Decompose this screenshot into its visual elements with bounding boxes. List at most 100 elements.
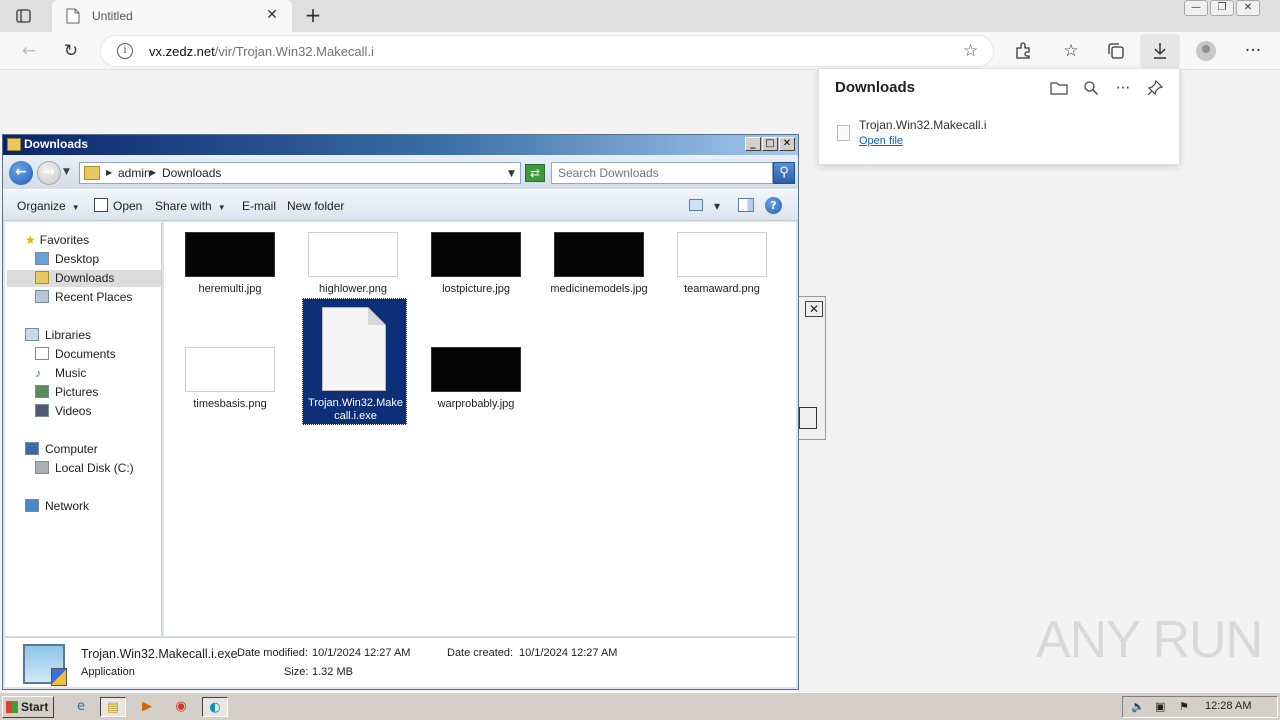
nav-libraries[interactable]: Libraries (25, 327, 91, 344)
site-info-icon[interactable]: i (117, 43, 133, 59)
dialog-button[interactable] (799, 407, 817, 429)
open-icon (94, 198, 108, 212)
file-item[interactable]: warprobably.jpg (424, 347, 528, 410)
restore-button[interactable]: ❐ (1210, 0, 1234, 16)
file-item[interactable]: medicinemodels.jpg (547, 232, 651, 295)
pictures-icon (35, 385, 49, 398)
more-options-icon[interactable]: ··· (1238, 36, 1268, 66)
download-item-name[interactable]: Trojan.Win32.Makecall.i (859, 118, 987, 132)
file-item[interactable]: heremulti.jpg (178, 232, 282, 295)
edge-icon[interactable]: ◐ (202, 697, 228, 717)
nav-favorites-label: Favorites (39, 233, 90, 247)
nav-network[interactable]: Network (25, 498, 89, 515)
background-dialog: ✕ (798, 296, 826, 440)
star-icon: ★ (25, 233, 36, 247)
breadcrumb-admin[interactable]: admin (118, 166, 151, 180)
new-folder-button[interactable]: New folder (287, 199, 344, 213)
flag-icon[interactable]: ⚑ (1179, 700, 1189, 713)
search-icon[interactable]: ⚲ (773, 162, 795, 184)
address-dropdown-icon[interactable]: ▼ (508, 169, 515, 179)
nav-music[interactable]: ♪ Music (35, 365, 86, 382)
favorites-icon[interactable]: ☆ (1056, 36, 1086, 66)
downloads-flyout: Downloads ··· Trojan.Win32.Makecall.i Op… (818, 68, 1180, 165)
add-favorite-icon[interactable]: ☆ (963, 41, 978, 61)
forward-button[interactable]: → (37, 161, 61, 185)
explorer-title-bar[interactable]: Downloads _ □ ✕ (3, 135, 798, 155)
collections-icon[interactable] (1101, 36, 1131, 66)
preview-pane-icon[interactable] (738, 198, 754, 212)
file-name: lostpicture.jpg (442, 283, 510, 295)
view-options-dropdown-icon[interactable]: ▼ (714, 202, 720, 211)
file-item-selected[interactable]: Trojan.Win32.Make call.i.exe (302, 298, 407, 425)
nav-documents-label: Documents (55, 347, 116, 361)
open-file-link[interactable]: Open file (859, 135, 903, 147)
file-name: highlower.png (319, 283, 387, 295)
computer-icon (25, 442, 39, 455)
address-bar[interactable]: i vx.zedz.net/vir/Trojan.Win32.Makecall.… (100, 35, 994, 67)
volume-icon[interactable]: 🔈 (1131, 700, 1145, 713)
file-item[interactable]: teamaward.png (670, 232, 774, 295)
recent-pages-dropdown-icon[interactable]: ▼ (63, 167, 70, 177)
change-view-icon[interactable] (689, 199, 703, 211)
close-window-button[interactable]: ✕ (1236, 0, 1260, 16)
downloads-button[interactable] (1140, 34, 1180, 68)
search-box[interactable] (551, 162, 773, 184)
file-item[interactable]: timesbasis.png (178, 347, 282, 410)
back-button[interactable]: ← (9, 161, 33, 185)
nav-recent-places[interactable]: Recent Places (35, 289, 132, 306)
image-thumbnail (185, 232, 275, 277)
search-input[interactable] (558, 165, 758, 181)
share-with-button[interactable]: Share with ▼ (155, 199, 226, 213)
more-icon[interactable]: ··· (1111, 77, 1135, 99)
search-icon[interactable] (1079, 77, 1103, 99)
refresh-icon[interactable]: ⇄ (525, 164, 545, 182)
file-item[interactable]: highlower.png (301, 232, 405, 295)
profile-avatar[interactable] (1196, 41, 1216, 61)
nav-documents[interactable]: Documents (35, 346, 116, 363)
chrome-icon[interactable]: ◉ (168, 697, 194, 717)
explorer-maximize-button[interactable]: □ (762, 137, 778, 151)
close-tab-icon[interactable]: ✕ (264, 7, 280, 23)
nav-computer[interactable]: Computer (25, 441, 98, 458)
help-icon[interactable]: ? (765, 197, 782, 214)
open-button[interactable]: Open (113, 199, 142, 213)
nav-computer-label: Computer (45, 442, 98, 456)
explorer-minimize-button[interactable]: _ (745, 137, 761, 151)
nav-local-disk[interactable]: Local Disk (C:) (35, 460, 134, 477)
nav-videos[interactable]: Videos (35, 403, 91, 420)
email-button[interactable]: E-mail (242, 199, 276, 213)
desktop-icon (35, 252, 49, 265)
extensions-icon[interactable] (1008, 36, 1038, 66)
breadcrumb-arrow-icon[interactable]: ▶ (106, 168, 112, 177)
start-button[interactable]: Start (2, 696, 54, 718)
nav-favorites[interactable]: ★ Favorites (25, 232, 89, 249)
explorer-taskbar-icon[interactable]: ▤ (100, 697, 126, 717)
share-with-label: Share with (155, 199, 212, 213)
dialog-close-icon[interactable]: ✕ (805, 301, 823, 317)
nav-desktop[interactable]: Desktop (35, 251, 99, 268)
breadcrumb[interactable]: ▶ admin ▶ Downloads ▼ (79, 162, 521, 184)
file-item[interactable]: lostpicture.jpg (424, 232, 528, 295)
nav-downloads[interactable]: Downloads (7, 270, 161, 287)
refresh-icon[interactable]: ↻ (56, 36, 86, 66)
ie-icon[interactable]: e (68, 697, 94, 717)
back-arrow-icon[interactable]: ← (14, 36, 44, 66)
open-folder-icon[interactable] (1047, 77, 1071, 99)
url-text[interactable]: vx.zedz.net/vir/Trojan.Win32.Makecall.i (149, 44, 374, 59)
folder-icon (7, 138, 21, 151)
music-icon: ♪ (35, 366, 41, 380)
minimize-button[interactable]: — (1184, 0, 1208, 16)
details-filename: Trojan.Win32.Makecall.i.exe (81, 647, 238, 661)
browser-tab[interactable]: Untitled ✕ (52, 0, 292, 32)
breadcrumb-downloads[interactable]: Downloads (162, 166, 221, 180)
new-tab-icon[interactable]: + (302, 5, 324, 27)
folder-icon (84, 166, 100, 180)
organize-button[interactable]: Organize ▼ (17, 199, 80, 213)
nav-pictures[interactable]: Pictures (35, 384, 98, 401)
network-tray-icon[interactable]: ▣ (1155, 700, 1165, 713)
breadcrumb-arrow-icon[interactable]: ▶ (150, 168, 156, 177)
media-player-icon[interactable]: ▶ (134, 697, 160, 717)
explorer-close-button[interactable]: ✕ (779, 137, 795, 151)
tab-actions-icon[interactable] (10, 6, 38, 26)
pin-icon[interactable] (1143, 77, 1167, 99)
